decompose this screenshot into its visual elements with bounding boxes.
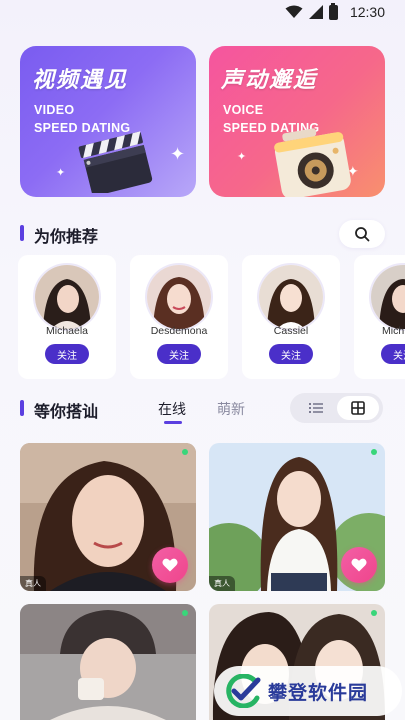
video-speed-dating-card[interactable]: 视频遇见 VIDEO SPEED DATING ✦ ✦ [20,46,196,197]
speaker-icon [274,128,351,197]
online-indicator [371,449,377,455]
search-icon [355,227,370,242]
avatar[interactable] [147,265,211,329]
sparkle-icon: ✦ [237,150,247,163]
watermark-logo-icon [226,674,261,708]
online-indicator [371,610,377,616]
online-indicator [182,449,188,455]
battery-icon [328,2,338,20]
follow-button[interactable]: 关注 [269,344,313,364]
voice-card-title: 声动邂逅 [221,68,318,93]
recommend-list[interactable]: Michaela 关注 Desdemona 关注 Cassiel 关注 Mich… [18,255,405,379]
online-indicator [182,610,188,616]
video-card-title: 视频遇见 [32,68,129,93]
watermark-text: 攀登软件园 [268,681,369,704]
list-icon [309,403,323,413]
verified-badge: 真人 [209,576,235,591]
user-photo-card[interactable] [20,604,196,720]
section-accent-bar [20,400,24,416]
avatar[interactable] [259,265,323,329]
recommend-title: 为你推荐 [34,227,99,246]
recommend-card[interactable]: Michaela 关注 [18,255,116,379]
heart-icon [351,558,367,572]
recommend-name: Cassiel [273,325,309,337]
waiting-title: 等你搭讪 [34,402,99,421]
clapperboard-icon [78,131,153,193]
list-view-button[interactable] [296,396,336,420]
recommend-card[interactable]: Desdemona 关注 [130,255,228,379]
status-time: 12:30 [349,4,385,20]
grid-icon [351,401,365,415]
user-photo-card[interactable]: 真人 [20,443,196,591]
search-button[interactable] [339,220,385,248]
follow-button[interactable]: 关注 [45,344,89,364]
recommend-name: Michaela [45,325,89,337]
verified-badge: 真人 [20,576,46,591]
grid-view-button[interactable] [337,396,379,420]
watermark: 攀登软件园 [214,666,402,716]
avatar[interactable] [35,265,99,329]
user-photo [20,604,196,720]
sparkle-icon: ✦ [56,166,66,179]
follow-button[interactable]: 关注 [157,344,201,364]
recommend-card[interactable]: Cassiel 关注 [242,255,340,379]
voice-speed-dating-card[interactable]: 声动邂逅 VOICE SPEED DATING ✦ ✦ [209,46,385,197]
tab-online[interactable]: 在线 [158,399,186,419]
like-button[interactable] [152,547,188,583]
user-photo-card[interactable]: 真人 [209,443,385,591]
recommend-name: Desdemona [150,325,208,337]
recommend-name: Mich [382,325,405,337]
wifi-icon [285,5,303,18]
status-bar: 12:30 [0,0,405,24]
avatar[interactable] [371,265,405,329]
follow-button[interactable]: 关注 [381,344,405,364]
tab-active-indicator [164,421,182,424]
recommend-card[interactable]: Mich 关注 [354,255,405,379]
tab-newbie[interactable]: 萌新 [217,399,245,419]
heart-icon [162,558,178,572]
signal-icon [308,5,323,19]
section-accent-bar [20,225,24,241]
like-button[interactable] [341,547,377,583]
sparkle-icon: ✦ [170,144,186,165]
view-mode-toggle[interactable] [290,393,383,423]
